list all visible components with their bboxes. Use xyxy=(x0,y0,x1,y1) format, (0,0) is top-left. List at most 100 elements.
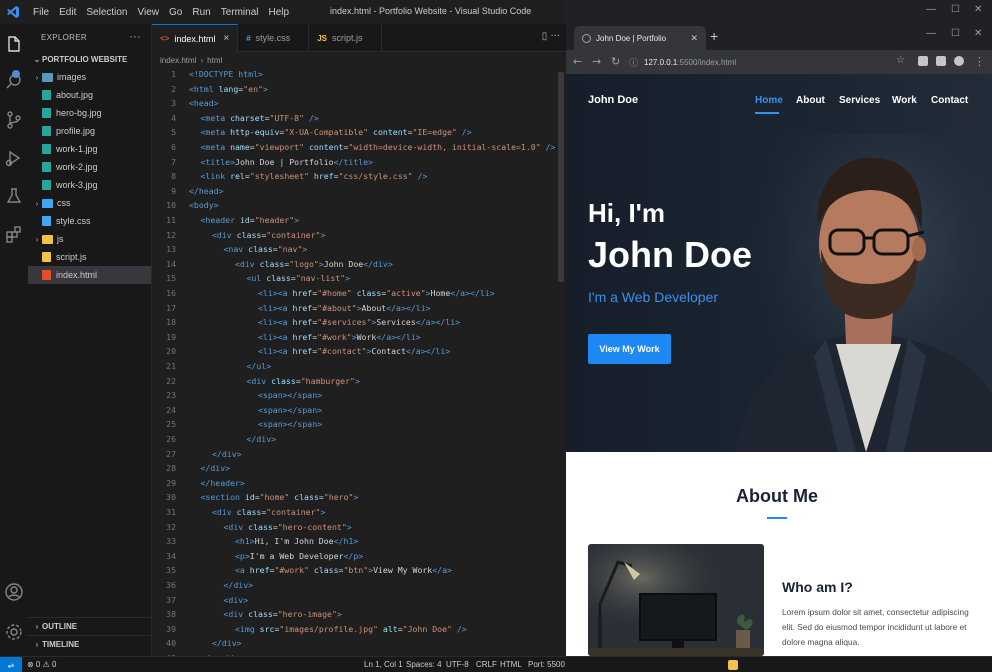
back-arrow-icon[interactable]: ← xyxy=(573,55,582,68)
code-line[interactable]: 14 <div class="logo">John Doe</div> xyxy=(152,257,566,272)
code-line[interactable]: 38 <div class="hero-image"> xyxy=(152,607,566,622)
settings-gear-icon[interactable] xyxy=(4,622,24,642)
profile-avatar-icon[interactable] xyxy=(954,56,964,66)
code-line[interactable]: 24 <span></span> xyxy=(152,403,566,418)
folder-js[interactable]: › js xyxy=(28,230,151,248)
code-line[interactable]: 36 </div> xyxy=(152,578,566,593)
browser-minimize-icon[interactable]: — xyxy=(926,28,936,39)
problems-count[interactable]: ⊗ 0 ⚠ 0 xyxy=(27,660,56,669)
tab-close-icon[interactable]: × xyxy=(223,33,229,44)
tab-style-css[interactable]: # style.css xyxy=(238,24,310,52)
view-my-work-button[interactable]: View My Work xyxy=(588,334,671,364)
search-icon[interactable] xyxy=(4,72,24,92)
menu-item-help[interactable]: Help xyxy=(264,7,295,18)
extension-icon[interactable] xyxy=(918,56,928,66)
folder-images[interactable]: › images xyxy=(28,68,151,86)
tab-index-html[interactable]: <> index.html × xyxy=(152,24,239,52)
nav-link-work[interactable]: Work xyxy=(892,95,917,106)
menu-item-go[interactable]: Go xyxy=(164,7,187,18)
outline-section[interactable]: › OUTLINE xyxy=(28,617,151,635)
code-line[interactable]: 34 <p>I'm a Web Developer</p> xyxy=(152,549,566,564)
site-info-icon[interactable]: ⓘ xyxy=(629,56,638,69)
bookmark-star-icon[interactable]: ☆ xyxy=(896,55,905,66)
split-editor-icon[interactable]: ▯ ··· xyxy=(542,31,560,42)
file-profile-jpg[interactable]: profile.jpg xyxy=(28,122,151,140)
explorer-files-icon[interactable] xyxy=(4,34,24,54)
code-line[interactable]: 32 <div class="hero-content"> xyxy=(152,520,566,535)
code-line[interactable]: 25 <span></span> xyxy=(152,417,566,432)
file-style-css[interactable]: style.css xyxy=(28,212,151,230)
code-line[interactable]: 19 <li><a href="#work">Work</a></li> xyxy=(152,330,566,345)
code-editor[interactable]: 1 <!DOCTYPE html> 2 <html lang="en"> 3 <head>… xyxy=(152,68,566,656)
nav-link-home[interactable]: Home xyxy=(755,95,783,106)
nav-link-about[interactable]: About xyxy=(796,95,825,106)
run-debug-icon[interactable] xyxy=(4,148,24,168)
breadcrumb-file[interactable]: index.html xyxy=(160,56,196,65)
nav-link-services[interactable]: Services xyxy=(839,95,880,106)
code-line[interactable]: 28 </div> xyxy=(152,461,566,476)
browser-tab[interactable]: John Doe | Portfolio ✕ xyxy=(574,26,706,50)
extensions-icon[interactable] xyxy=(4,224,24,244)
file-about-jpg[interactable]: about.jpg xyxy=(28,86,151,104)
code-line[interactable]: 13 <nav class="nav"> xyxy=(152,242,566,257)
browser-maximize-icon[interactable]: ☐ xyxy=(951,28,960,39)
window-close-icon[interactable]: ✕ xyxy=(974,4,982,15)
code-line[interactable]: 39 <img src="images/profile.jpg" alt="Joh… xyxy=(152,622,566,637)
window-minimize-icon[interactable]: — xyxy=(926,4,936,15)
code-line[interactable]: 2 <html lang="en"> xyxy=(152,82,566,97)
menu-item-edit[interactable]: Edit xyxy=(54,7,81,18)
file-work-2-jpg[interactable]: work-2.jpg xyxy=(28,158,151,176)
editor-scrollbar[interactable] xyxy=(558,72,564,282)
reload-icon[interactable]: ↻ xyxy=(611,55,620,68)
code-line[interactable]: 4 <meta charset="UTF-8" /> xyxy=(152,111,566,126)
forward-arrow-icon[interactable]: → xyxy=(592,55,601,68)
menu-item-selection[interactable]: Selection xyxy=(81,7,132,18)
code-line[interactable]: 26 </div> xyxy=(152,432,566,447)
code-line[interactable]: 5 <meta http-equiv="X-UA-Compatible" cont… xyxy=(152,125,566,140)
code-line[interactable]: 22 <div class="hamburger"> xyxy=(152,374,566,389)
code-line[interactable]: 21 </ul> xyxy=(152,359,566,374)
breadcrumb-element[interactable]: html xyxy=(207,56,222,65)
browser-close-icon[interactable]: ✕ xyxy=(974,28,982,39)
menu-item-terminal[interactable]: Terminal xyxy=(216,7,264,18)
address-bar[interactable]: ⓘ 127.0.0.1 :5500/index.html xyxy=(629,54,929,70)
account-icon[interactable] xyxy=(4,582,24,602)
tab-close-icon[interactable]: ✕ xyxy=(690,33,698,44)
code-line[interactable]: 8 <link rel="stylesheet" href="css/style.… xyxy=(152,169,566,184)
code-line[interactable]: 9 </head> xyxy=(152,184,566,199)
code-line[interactable]: 17 <li><a href="#about">About</a></li> xyxy=(152,301,566,316)
tab-script-js[interactable]: JS script.js xyxy=(309,24,382,52)
folder-css[interactable]: › css xyxy=(28,194,151,212)
code-line[interactable]: 20 <li><a href="#contact">Contact</a></li… xyxy=(152,344,566,359)
code-line[interactable]: 6 <meta name="viewport" content="width=de… xyxy=(152,140,566,155)
code-line[interactable]: 29 </header> xyxy=(152,476,566,491)
site-logo[interactable]: John Doe xyxy=(588,94,638,106)
code-line[interactable]: 31 <div class="container"> xyxy=(152,505,566,520)
menu-item-run[interactable]: Run xyxy=(187,7,215,18)
code-line[interactable]: 27 </div> xyxy=(152,447,566,462)
code-line[interactable]: 16 <li><a href="#home" class="active">Hom… xyxy=(152,286,566,301)
code-line[interactable]: 30 <section id="home" class="hero"> xyxy=(152,490,566,505)
language-mode[interactable]: HTML xyxy=(500,660,522,669)
menu-item-file[interactable]: File xyxy=(28,7,54,18)
file-hero-bg-jpg[interactable]: hero-bg.jpg xyxy=(28,104,151,122)
code-line[interactable]: 11 <header id="header"> xyxy=(152,213,566,228)
code-line[interactable]: 37 <div> xyxy=(152,593,566,608)
code-line[interactable]: 15 <ul class="nav-list"> xyxy=(152,271,566,286)
notification-icon[interactable] xyxy=(728,660,738,670)
code-line[interactable]: 12 <div class="container"> xyxy=(152,228,566,243)
nav-link-contact[interactable]: Contact xyxy=(931,95,968,106)
code-line[interactable]: 18 <li><a href="#services">Services</a></… xyxy=(152,315,566,330)
file-work-3-jpg[interactable]: work-3.jpg xyxy=(28,176,151,194)
timeline-section[interactable]: › TIMELINE xyxy=(28,635,151,653)
live-server-port[interactable]: Port: 5500 xyxy=(528,660,565,669)
extension-icon[interactable] xyxy=(936,56,946,66)
window-maximize-icon[interactable]: ☐ xyxy=(951,4,960,15)
indentation[interactable]: Spaces: 4 xyxy=(406,660,442,669)
remote-indicator-icon[interactable]: ⇌ xyxy=(0,657,22,672)
testing-icon[interactable] xyxy=(4,186,24,206)
file-work-1-jpg[interactable]: work-1.jpg xyxy=(28,140,151,158)
new-tab-icon[interactable]: + xyxy=(710,28,718,44)
code-line[interactable]: 10 <body> xyxy=(152,198,566,213)
code-line[interactable]: 40 </div> xyxy=(152,636,566,651)
